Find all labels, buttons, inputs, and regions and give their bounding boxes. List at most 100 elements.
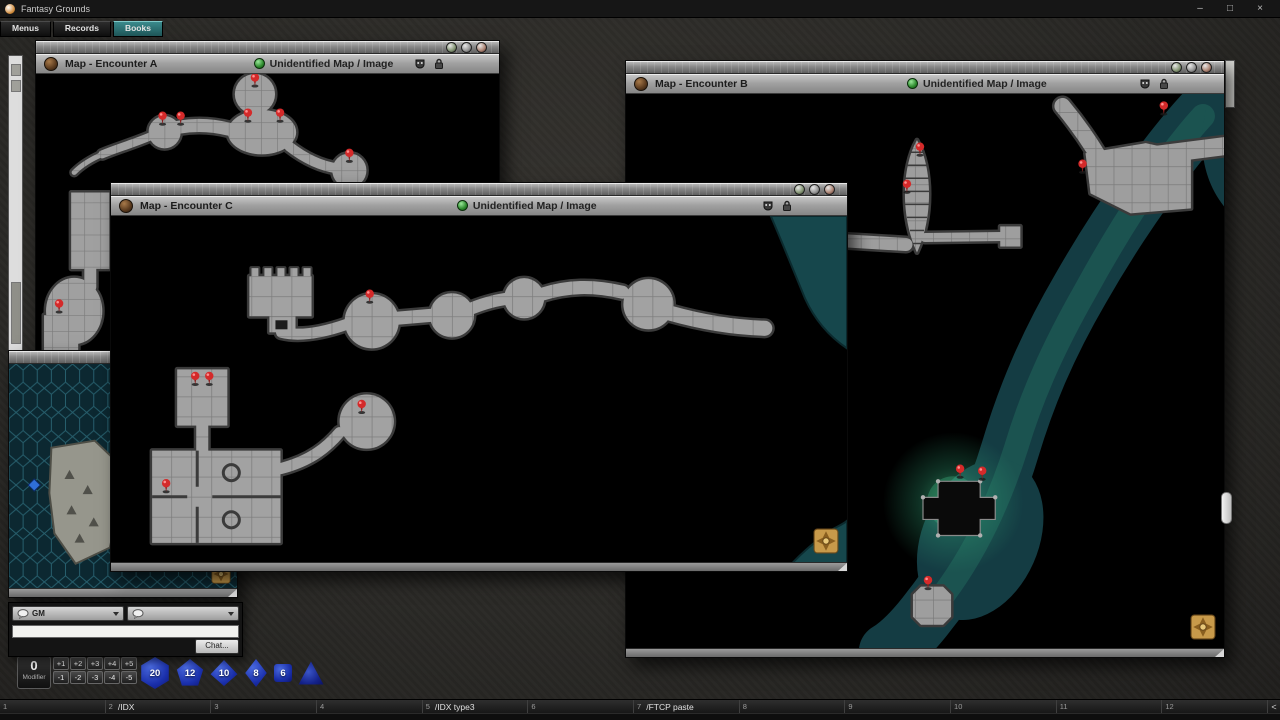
window-status: Unidentified Map / Image bbox=[907, 78, 1047, 90]
chat-mode-dropdown[interactable] bbox=[127, 606, 239, 621]
tab-records[interactable]: Records bbox=[53, 21, 111, 37]
penalty-button[interactable]: -1 bbox=[53, 671, 69, 684]
map-pin[interactable] bbox=[956, 465, 964, 479]
map-pin[interactable] bbox=[244, 108, 252, 122]
penalty-button[interactable]: -3 bbox=[87, 671, 103, 684]
map-pin[interactable] bbox=[916, 142, 924, 156]
background-window-edge[interactable] bbox=[8, 55, 23, 353]
die-d6[interactable]: 6 bbox=[274, 664, 292, 682]
window-close-button[interactable] bbox=[1201, 62, 1212, 73]
chat-window[interactable]: GM Chat... bbox=[8, 602, 243, 657]
map-pin[interactable] bbox=[903, 180, 911, 194]
hotkey-slot[interactable]: 3 bbox=[211, 700, 317, 713]
dungeon-map-c[interactable] bbox=[111, 216, 847, 562]
hotkey-slot[interactable]: 4 bbox=[317, 700, 423, 713]
window-knob-icon[interactable] bbox=[634, 77, 648, 91]
chat-speaker-dropdown[interactable]: GM bbox=[12, 606, 124, 621]
map-pin[interactable] bbox=[365, 289, 373, 303]
window-titlebar[interactable]: Map - Encounter B Unidentified Map / Ima… bbox=[626, 74, 1224, 94]
bonus-button[interactable]: +4 bbox=[104, 657, 120, 670]
map-pin[interactable] bbox=[345, 149, 353, 163]
hotkey-number: 11 bbox=[1060, 702, 1068, 711]
map-pin[interactable] bbox=[191, 372, 199, 386]
hotkey-slot[interactable]: 8 bbox=[740, 700, 846, 713]
map-tools-icon[interactable] bbox=[813, 528, 839, 554]
map-pin[interactable] bbox=[55, 299, 63, 313]
maximize-button[interactable]: □ bbox=[1215, 0, 1245, 17]
window-grow-button[interactable] bbox=[809, 184, 820, 195]
chat-input[interactable] bbox=[12, 625, 239, 638]
hotkey-bar-arrow[interactable]: < bbox=[1268, 700, 1280, 713]
modifier-box[interactable]: 0 Modifier bbox=[17, 656, 51, 689]
window-knob-icon[interactable] bbox=[44, 57, 58, 71]
hotkey-label: /IDX type3 bbox=[435, 702, 475, 712]
map-pin[interactable] bbox=[924, 576, 932, 590]
token-mask-icon[interactable] bbox=[414, 58, 426, 70]
background-window-edge[interactable] bbox=[1225, 60, 1235, 108]
map-pin[interactable] bbox=[978, 467, 986, 481]
hotkey-slot[interactable]: 11 bbox=[1057, 700, 1163, 713]
bonus-button[interactable]: +3 bbox=[87, 657, 103, 670]
map-tools-icon[interactable] bbox=[1190, 614, 1216, 640]
window-shrink-button[interactable] bbox=[446, 42, 457, 53]
hotkey-slot[interactable]: 10 bbox=[951, 700, 1057, 713]
die-d8[interactable]: 8 bbox=[244, 659, 268, 687]
window-close-button[interactable] bbox=[476, 42, 487, 53]
identified-toggle-icon[interactable] bbox=[254, 58, 265, 69]
die-d10[interactable]: 10 bbox=[210, 660, 238, 686]
minimize-button[interactable]: – bbox=[1185, 0, 1215, 17]
penalty-button[interactable]: -4 bbox=[104, 671, 120, 684]
hotkey-slot[interactable]: 5/IDX type3 bbox=[423, 700, 529, 713]
lock-icon[interactable] bbox=[781, 200, 793, 212]
map-pin[interactable] bbox=[357, 400, 365, 414]
lock-icon[interactable] bbox=[1158, 78, 1170, 90]
map-pin[interactable] bbox=[1078, 160, 1086, 174]
map-pin[interactable] bbox=[276, 108, 284, 122]
map-pin[interactable] bbox=[176, 111, 184, 125]
token-mask-icon[interactable] bbox=[1139, 78, 1151, 90]
window-grow-button[interactable] bbox=[1186, 62, 1197, 73]
window-knob-icon[interactable] bbox=[119, 199, 133, 213]
window-bottom-rail[interactable] bbox=[626, 648, 1224, 657]
map-pin[interactable] bbox=[162, 479, 170, 493]
hotkey-slot[interactable]: 1 bbox=[0, 700, 106, 713]
identified-toggle-icon[interactable] bbox=[907, 78, 918, 89]
bonus-button[interactable]: +5 bbox=[121, 657, 137, 670]
penalty-button[interactable]: -5 bbox=[121, 671, 137, 684]
window-drag-rail[interactable] bbox=[36, 41, 499, 54]
hotkey-slot[interactable]: 6 bbox=[528, 700, 634, 713]
bonus-button[interactable]: +2 bbox=[70, 657, 86, 670]
token-mask-icon[interactable] bbox=[762, 200, 774, 212]
chat-button[interactable]: Chat... bbox=[195, 639, 239, 654]
map-pin[interactable] bbox=[205, 372, 213, 386]
bonus-button[interactable]: +1 bbox=[53, 657, 69, 670]
map-pin[interactable] bbox=[1160, 101, 1168, 115]
map-window-encounter-c[interactable]: Map - Encounter C Unidentified Map / Ima… bbox=[110, 182, 848, 572]
window-shrink-button[interactable] bbox=[1171, 62, 1182, 73]
window-drag-rail[interactable] bbox=[111, 183, 847, 196]
window-drag-rail[interactable] bbox=[626, 61, 1224, 74]
die-d20[interactable]: 20 bbox=[140, 657, 170, 689]
identified-toggle-icon[interactable] bbox=[457, 200, 468, 211]
lock-icon[interactable] bbox=[433, 58, 445, 70]
hotkey-slot[interactable]: 9 bbox=[845, 700, 951, 713]
map-pin[interactable] bbox=[158, 111, 166, 125]
scrollbar-thumb[interactable] bbox=[1221, 492, 1232, 524]
die-d4[interactable] bbox=[298, 661, 324, 685]
hotkey-slot[interactable]: 2/IDX bbox=[106, 700, 212, 713]
window-bottom-rail[interactable] bbox=[9, 588, 237, 597]
close-button[interactable]: × bbox=[1245, 0, 1275, 17]
window-bottom-rail[interactable] bbox=[111, 562, 847, 571]
window-close-button[interactable] bbox=[824, 184, 835, 195]
tab-books[interactable]: Books bbox=[113, 21, 163, 37]
window-titlebar[interactable]: Map - Encounter A Unidentified Map / Ima… bbox=[36, 54, 499, 74]
hotkey-slot[interactable]: 7/FTCP paste bbox=[634, 700, 740, 713]
die-d12[interactable]: 12 bbox=[176, 659, 204, 687]
penalty-button[interactable]: -2 bbox=[70, 671, 86, 684]
hotkey-slot[interactable]: 12 bbox=[1162, 700, 1268, 713]
tab-menus[interactable]: Menus bbox=[0, 21, 51, 37]
window-titlebar[interactable]: Map - Encounter C Unidentified Map / Ima… bbox=[111, 196, 847, 216]
window-grow-button[interactable] bbox=[461, 42, 472, 53]
window-shrink-button[interactable] bbox=[794, 184, 805, 195]
map-canvas-c[interactable] bbox=[111, 216, 847, 562]
